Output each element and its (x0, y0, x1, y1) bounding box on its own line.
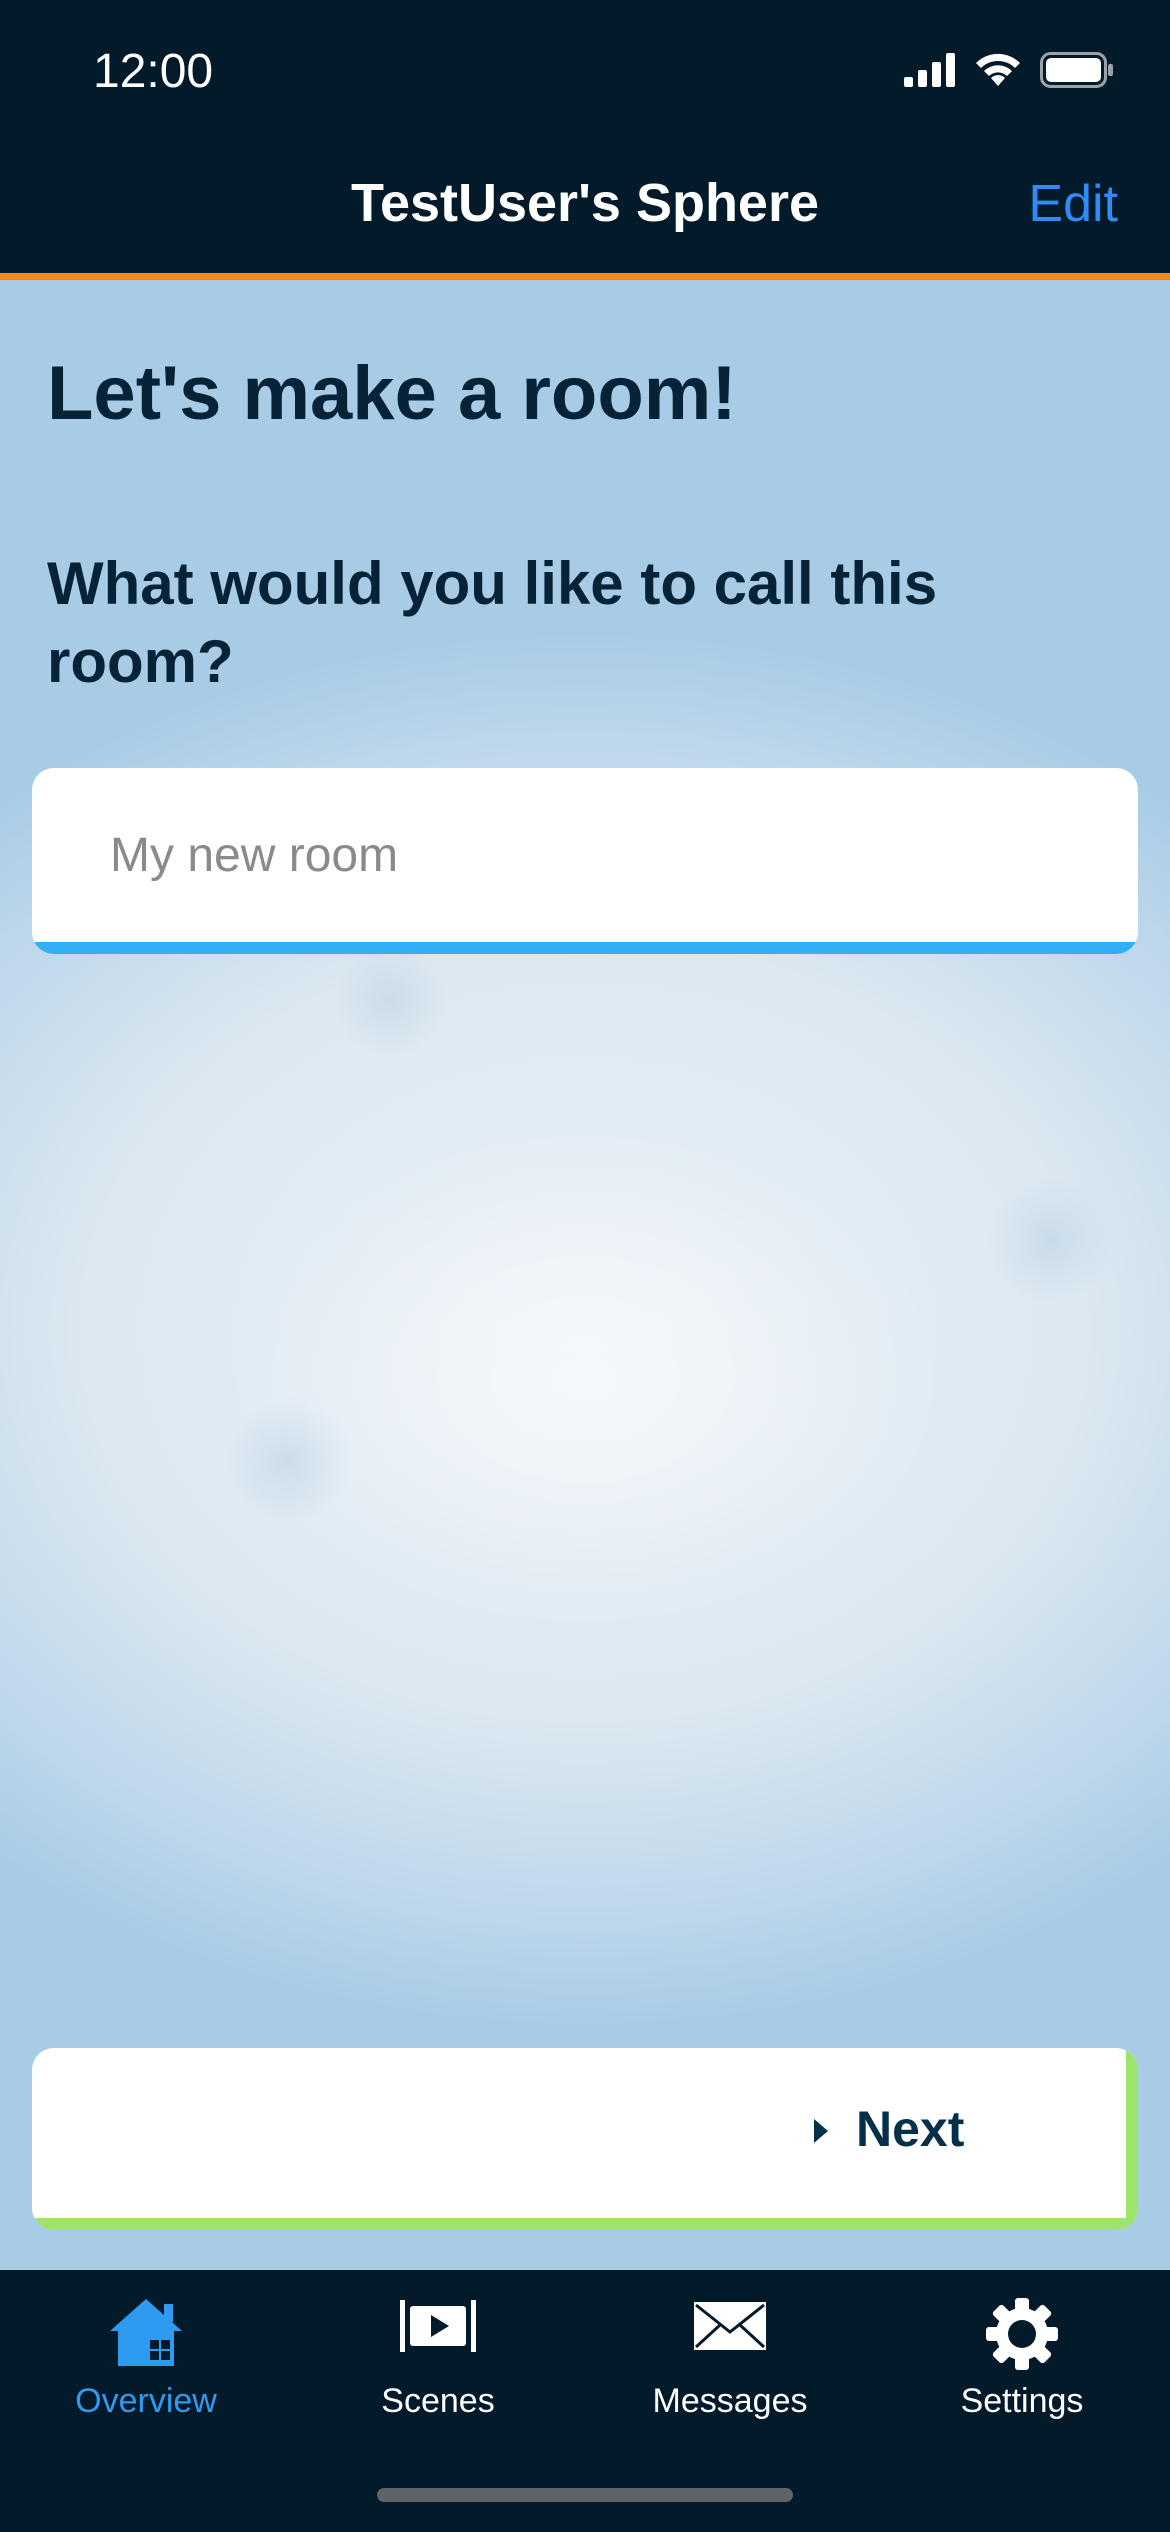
cellular-signal-icon (904, 53, 956, 92)
next-accent-right (1126, 2048, 1138, 2230)
envelope-icon (584, 2296, 876, 2356)
top-bar: 12:00 TestUser's Sphere Edit (0, 0, 1170, 273)
tab-scenes[interactable]: Scenes (292, 2270, 584, 2440)
home-indicator (377, 2488, 793, 2502)
tab-scenes-label: Scenes (381, 2382, 495, 2420)
gear-icon (876, 2296, 1168, 2372)
page-title: Let's make a room! (47, 351, 737, 436)
next-accent-bottom (32, 2218, 1138, 2230)
sphere-title: TestUser's Sphere (350, 173, 820, 233)
tab-messages-label: Messages (652, 2382, 808, 2420)
scenes-icon (292, 2296, 584, 2356)
room-name-underline (32, 942, 1138, 954)
next-button[interactable]: Next (32, 2048, 1138, 2230)
tab-settings-label: Settings (960, 2382, 1084, 2420)
app-screen: 12:00 TestUser's Sphere Edit Let's make … (0, 0, 1170, 2532)
add-room-content: Let's make a room! What would you like t… (0, 280, 1170, 2270)
room-name-input[interactable] (110, 828, 1090, 883)
header-accent-line (0, 273, 1170, 280)
edit-button[interactable]: Edit (1028, 174, 1118, 234)
tab-settings[interactable]: Settings (876, 2270, 1168, 2440)
status-time: 12:00 (93, 45, 214, 98)
house-icon (0, 2296, 292, 2368)
wifi-icon (974, 52, 1022, 93)
room-name-question: What would you like to call this room? (47, 550, 938, 695)
next-button-label: Next (856, 2101, 965, 2157)
room-name-field[interactable] (32, 768, 1138, 954)
status-icons (904, 52, 1114, 93)
tab-messages[interactable]: Messages (584, 2270, 876, 2440)
tab-overview[interactable]: Overview (0, 2270, 292, 2440)
caret-right-icon (810, 2116, 832, 2151)
tab-overview-label: Overview (75, 2382, 217, 2420)
battery-icon (1040, 52, 1114, 93)
